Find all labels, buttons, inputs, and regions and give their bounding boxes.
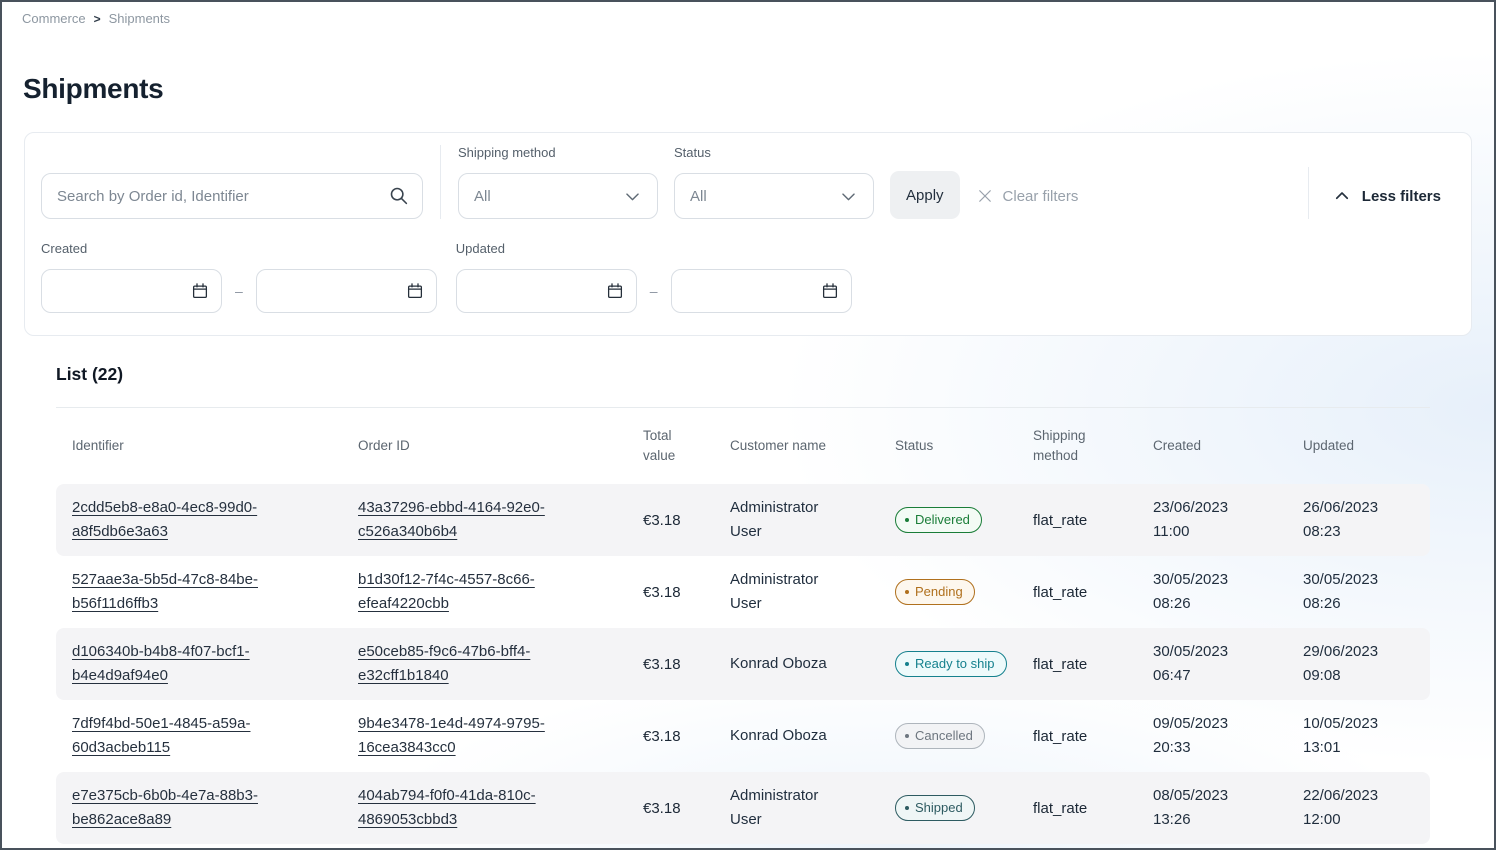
created-date-filter: Created –: [41, 241, 437, 313]
col-header-status: Status: [895, 436, 1033, 456]
order-id-link[interactable]: e50ceb85-f9c6-47b6-bff4-e32cff1b1840: [358, 640, 572, 688]
customer-name: Administrator User: [730, 568, 854, 616]
created-datetime: 08/05/202313:26: [1153, 784, 1303, 832]
updated-to-wrap: [671, 269, 852, 313]
list-title: List (22): [56, 364, 1494, 385]
less-filters-label: Less filters: [1362, 188, 1441, 205]
clear-filters-button[interactable]: Clear filters: [976, 173, 1079, 219]
created-from-wrap: [41, 269, 222, 313]
less-filters-toggle[interactable]: Less filters: [1333, 173, 1441, 219]
page-title: Shipments: [23, 72, 1494, 106]
shipping-method: flat_rate: [1033, 656, 1153, 673]
shipping-method-label: Shipping method: [458, 145, 658, 165]
identifier-link[interactable]: 2cdd5eb8-e8a0-4ec8-99d0-a8f5db6e3a63: [72, 496, 286, 544]
updated-datetime: 30/05/202308:26: [1303, 568, 1430, 616]
breadcrumb-item-commerce[interactable]: Commerce: [22, 11, 86, 26]
identifier-link[interactable]: 7df9f4bd-50e1-4845-a59a-60d3acbeb115: [72, 712, 286, 760]
chevron-down-icon: [839, 187, 858, 206]
order-id-link[interactable]: 43a37296-ebbd-4164-92e0-c526a340b6b4: [358, 496, 572, 544]
status-badge: Pending: [895, 579, 975, 605]
created-datetime: 30/05/202308:26: [1153, 568, 1303, 616]
updated-to-input[interactable]: [671, 269, 852, 313]
col-header-order-id: Order ID: [358, 436, 643, 456]
total-value: €3.18: [643, 656, 730, 673]
search-field-wrap: [41, 173, 423, 219]
total-value: €3.18: [643, 800, 730, 817]
updated-datetime: 29/06/202309:08: [1303, 640, 1430, 688]
table-row: 2cdd5eb8-e8a0-4ec8-99d0-a8f5db6e3a63 43a…: [56, 484, 1430, 556]
col-header-created: Created: [1153, 436, 1303, 456]
close-icon: [976, 187, 994, 205]
shipments-page: Commerce > Shipments Shipments Shipping …: [0, 0, 1496, 850]
status-value: All: [690, 188, 707, 205]
date-range-separator: –: [235, 283, 243, 299]
col-header-updated: Updated: [1303, 436, 1430, 456]
col-header-shipping-method: Shipping method: [1033, 426, 1153, 465]
status-badge: Ready to ship: [895, 651, 1007, 677]
updated-date-filter: Updated –: [456, 241, 852, 313]
shipping-method: flat_rate: [1033, 728, 1153, 745]
col-header-customer-name: Customer name: [730, 436, 895, 456]
filters-panel: Shipping method All Status All Apply: [24, 132, 1472, 336]
created-filter-label: Created: [41, 241, 437, 261]
customer-name: Konrad Oboza: [730, 724, 827, 748]
divider: [440, 145, 441, 219]
updated-datetime: 22/06/202312:00: [1303, 784, 1430, 832]
search-input[interactable]: [41, 173, 423, 219]
breadcrumb: Commerce > Shipments: [2, 2, 1494, 26]
chevron-up-icon: [1333, 187, 1351, 205]
created-from-input[interactable]: [41, 269, 222, 313]
order-id-link[interactable]: 9b4e3478-1e4d-4974-9795-16cea3843cc0: [358, 712, 572, 760]
identifier-link[interactable]: e7e375cb-6b0b-4e7a-88b3-be862ace8a89: [72, 784, 286, 832]
updated-from-wrap: [456, 269, 637, 313]
shipping-method-select[interactable]: All: [458, 173, 658, 219]
table-row: e7e375cb-6b0b-4e7a-88b3-be862ace8a89 404…: [56, 772, 1430, 844]
table-row: 527aae3a-5b5d-47c8-84be-b56f11d6ffb3 b1d…: [56, 556, 1430, 628]
table-row: 7df9f4bd-50e1-4845-a59a-60d3acbeb115 9b4…: [56, 700, 1430, 772]
created-to-input[interactable]: [256, 269, 437, 313]
shipping-method-filter: Shipping method All: [458, 145, 658, 219]
shipping-method-value: All: [474, 188, 491, 205]
order-id-link[interactable]: b1d30f12-7f4c-4557-8c66-efeaf4220cbb: [358, 568, 572, 616]
status-badge: Cancelled: [895, 723, 985, 749]
created-datetime: 09/05/202320:33: [1153, 712, 1303, 760]
total-value: €3.18: [643, 584, 730, 601]
customer-name: Administrator User: [730, 784, 854, 832]
updated-datetime: 26/06/202308:23: [1303, 496, 1430, 544]
updated-filter-label: Updated: [456, 241, 852, 261]
breadcrumb-separator: >: [94, 12, 101, 26]
apply-button[interactable]: Apply: [890, 171, 960, 219]
table-row: d106340b-b4b8-4f07-bcf1-b4e4d9af94e0 e50…: [56, 628, 1430, 700]
col-header-total-value: Total value: [643, 426, 730, 465]
order-id-link[interactable]: 404ab794-f0f0-41da-810c-4869053cbbd3: [358, 784, 572, 832]
breadcrumb-item-shipments[interactable]: Shipments: [109, 11, 170, 26]
updated-from-input[interactable]: [456, 269, 637, 313]
chevron-down-icon: [623, 187, 642, 206]
shipping-method: flat_rate: [1033, 584, 1153, 601]
shipping-method: flat_rate: [1033, 512, 1153, 529]
status-filter: Status All: [674, 145, 874, 219]
total-value: €3.18: [643, 512, 730, 529]
updated-datetime: 10/05/202313:01: [1303, 712, 1430, 760]
customer-name: Administrator User: [730, 496, 854, 544]
customer-name: Konrad Oboza: [730, 652, 827, 676]
created-to-wrap: [256, 269, 437, 313]
shipping-method: flat_rate: [1033, 800, 1153, 817]
created-datetime: 23/06/202311:00: [1153, 496, 1303, 544]
shipments-list-section: List (22) Identifier Order ID Total valu…: [2, 364, 1494, 844]
created-datetime: 30/05/202306:47: [1153, 640, 1303, 688]
identifier-link[interactable]: d106340b-b4b8-4f07-bcf1-b4e4d9af94e0: [72, 640, 286, 688]
total-value: €3.18: [643, 728, 730, 745]
status-badge: Delivered: [895, 507, 982, 533]
clear-filters-label: Clear filters: [1003, 188, 1079, 205]
table-header-row: Identifier Order ID Total value Customer…: [56, 408, 1430, 484]
status-label: Status: [674, 145, 874, 165]
status-badge: Shipped: [895, 795, 975, 821]
date-range-separator: –: [650, 283, 658, 299]
identifier-link[interactable]: 527aae3a-5b5d-47c8-84be-b56f11d6ffb3: [72, 568, 286, 616]
divider: [1308, 167, 1309, 219]
status-select[interactable]: All: [674, 173, 874, 219]
col-header-identifier: Identifier: [72, 436, 358, 456]
